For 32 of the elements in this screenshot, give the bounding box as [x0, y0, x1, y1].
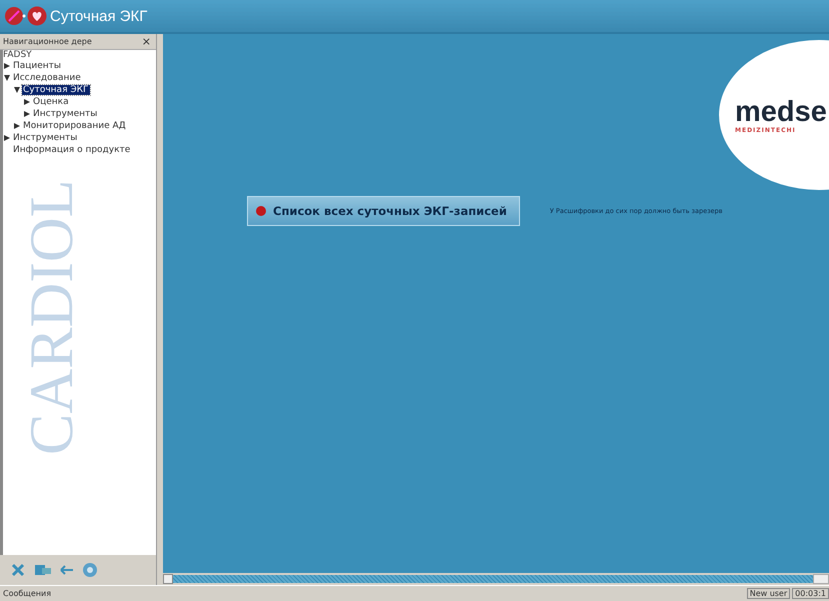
watermark: CARDIOL	[21, 179, 83, 455]
collapsed-icon[interactable]	[23, 98, 31, 106]
close-button[interactable]: ×	[140, 36, 153, 47]
status-message: Сообщения	[2, 589, 52, 598]
collapsed-icon[interactable]	[3, 62, 11, 70]
user-name: New user	[746, 588, 790, 599]
window-title: Суточная ЭКГ	[50, 8, 148, 24]
records-list-button[interactable]: Список всех суточных ЭКГ-записей	[247, 196, 520, 226]
tree-item[interactable]: Мониторирование АД	[22, 121, 127, 131]
tree-root[interactable]: FADSY	[3, 50, 156, 60]
tree-item[interactable]: Исследование	[12, 73, 82, 83]
scroll-thumb[interactable]	[813, 574, 829, 584]
tree-item[interactable]: Инструменты	[12, 133, 78, 143]
horizontal-scrollbar[interactable]	[163, 573, 829, 585]
stack-icon[interactable]	[34, 563, 52, 577]
expanded-icon[interactable]	[13, 86, 21, 94]
collapsed-icon[interactable]	[13, 122, 21, 130]
collapsed-icon[interactable]	[23, 110, 31, 118]
logo-name: medse	[735, 98, 828, 127]
tree-item[interactable]: Суточная ЭКГ	[22, 85, 90, 95]
tree-item[interactable]: Инструменты	[32, 109, 98, 119]
arrow-icon[interactable]	[60, 565, 74, 575]
tree-item[interactable]: Информация о продукте	[12, 145, 132, 155]
panel-title: Навигационное дере	[3, 37, 92, 46]
tree-item[interactable]: Оценка	[32, 97, 70, 107]
app-logo-icon	[4, 5, 48, 27]
tree-item[interactable]: Пациенты	[12, 61, 62, 71]
close-icon[interactable]	[10, 562, 26, 578]
expanded-icon[interactable]	[3, 74, 11, 82]
collapsed-icon[interactable]	[3, 134, 11, 142]
scroll-left-icon[interactable]	[163, 574, 173, 584]
time-display: 00:03:1	[792, 588, 829, 599]
